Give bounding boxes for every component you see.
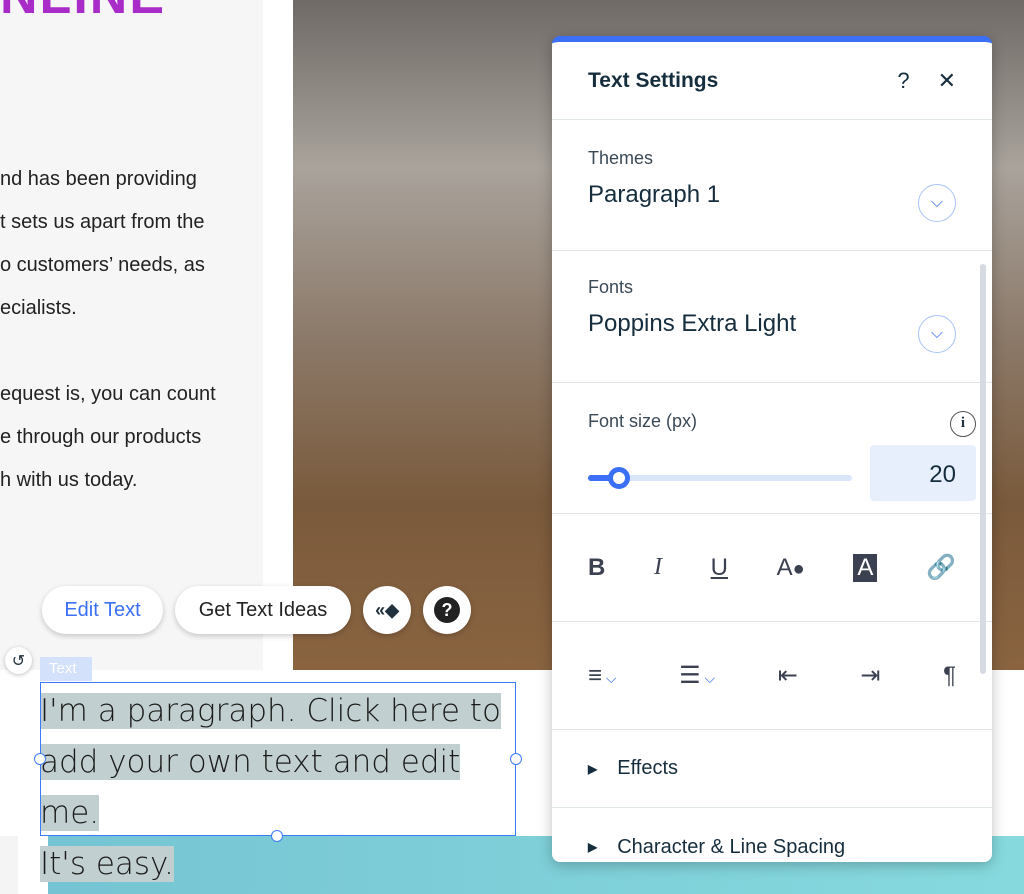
body-line: equest is, you can count	[0, 383, 216, 405]
align-left-icon[interactable]: ≡ ⌵	[588, 662, 617, 690]
decrease-indent-icon[interactable]: ⇤	[778, 661, 798, 690]
themes-value: Paragraph 1	[588, 181, 721, 208]
text-color-icon[interactable]: A●	[777, 554, 805, 582]
fonts-value: Poppins Extra Light	[588, 310, 797, 337]
selection-box[interactable]	[40, 682, 516, 836]
paragraph-line: It's easy.	[40, 846, 174, 882]
body-line: ecialists.	[0, 297, 77, 319]
body-line: nd has been providing	[0, 168, 197, 190]
effects-label: Effects	[617, 757, 679, 779]
help-icon[interactable]: ?	[897, 68, 909, 94]
body-line: e through our products	[0, 426, 202, 448]
text-settings-panel: Text Settings ? ✕ Themes Paragraph 1 ⌵ F…	[552, 36, 992, 862]
expand-arrow-icon: ▶	[588, 840, 598, 854]
font-size-input[interactable]: 20	[870, 445, 976, 501]
spacing-label: Character & Line Spacing	[617, 835, 846, 858]
highlight-icon[interactable]: A	[853, 553, 878, 582]
chevron-down-icon[interactable]: ⌵	[918, 184, 956, 222]
panel-title: Text Settings	[588, 68, 719, 92]
themes-label: Themes	[588, 148, 654, 168]
resize-handle-right[interactable]	[510, 753, 522, 765]
resize-handle-bottom[interactable]	[271, 830, 283, 842]
animation-icon: «◆	[375, 599, 399, 620]
panel-scrollbar[interactable]	[980, 264, 986, 674]
font-size-section: Font size (px) i 20	[552, 383, 992, 514]
rotate-icon: ↺	[11, 652, 26, 670]
help-icon: ?	[434, 597, 460, 623]
close-icon[interactable]: ✕	[938, 68, 956, 94]
bullet-list-icon[interactable]: ☰ ⌵	[679, 661, 715, 690]
bold-icon[interactable]: B	[588, 554, 605, 582]
edit-text-button[interactable]: Edit Text	[42, 586, 163, 634]
body-line: t sets us apart from the	[0, 211, 205, 233]
bottom-section	[0, 836, 18, 894]
increase-indent-icon[interactable]: ⇥	[860, 661, 880, 690]
fonts-label: Fonts	[588, 277, 634, 297]
panel-header: Text Settings ? ✕	[552, 42, 992, 120]
alignment-section: ≡ ⌵ ☰ ⌵ ⇤ ⇥ ¶	[552, 622, 992, 730]
format-section: B I U A● A 🔗	[552, 514, 992, 622]
themes-section[interactable]: Themes Paragraph 1 ⌵	[552, 120, 992, 251]
get-text-ideas-button[interactable]: Get Text Ideas	[175, 586, 351, 634]
spacing-section[interactable]: ▶ Character & Line Spacing	[552, 808, 992, 862]
slider-handle[interactable]	[608, 467, 630, 489]
effects-section[interactable]: ▶ Effects	[552, 730, 992, 808]
underline-icon[interactable]: U	[711, 554, 728, 582]
body-line: h with us today.	[0, 469, 138, 491]
element-type-tag: Text	[40, 657, 92, 681]
italic-icon[interactable]: I	[654, 554, 662, 581]
chevron-down-icon[interactable]: ⌵	[918, 315, 956, 353]
rotate-handle[interactable]: ↺	[5, 647, 32, 674]
text-direction-icon[interactable]: ¶	[943, 662, 956, 690]
help-button[interactable]: ?	[423, 586, 471, 634]
animation-button[interactable]: «◆	[363, 586, 411, 634]
link-icon[interactable]: 🔗	[926, 553, 956, 582]
body-line	[0, 330, 263, 373]
info-icon[interactable]: i	[950, 411, 976, 437]
expand-arrow-icon: ▶	[588, 761, 598, 776]
font-size-label: Font size (px)	[588, 411, 698, 431]
page-body-text: nd has been providing t sets us apart fr…	[0, 158, 263, 502]
page-heading: NLINE	[0, 0, 166, 26]
body-line: o customers’ needs, as	[0, 254, 205, 276]
fonts-section[interactable]: Fonts Poppins Extra Light ⌵	[552, 251, 992, 383]
resize-handle-left[interactable]	[34, 753, 46, 765]
